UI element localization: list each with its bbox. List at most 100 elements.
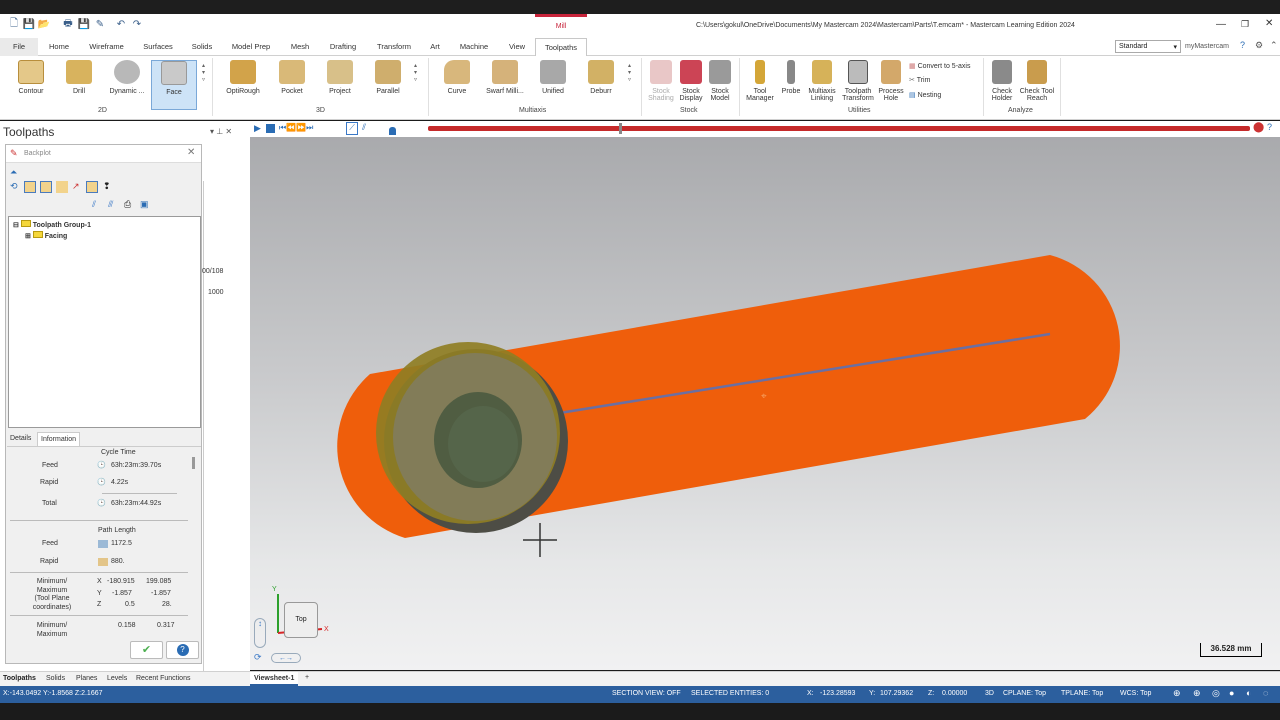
multiaxis-linking-button[interactable]: Multiaxis Linking bbox=[804, 60, 840, 110]
help-button[interactable]: ? bbox=[166, 641, 199, 659]
hatch-icon[interactable]: ⫽ bbox=[92, 199, 96, 210]
tab-solids-panel[interactable]: Solids bbox=[46, 675, 65, 682]
close-icon[interactable]: ✕ bbox=[1265, 18, 1273, 29]
tab-levels-panel[interactable]: Levels bbox=[107, 675, 127, 682]
save-icon[interactable]: 💾 bbox=[23, 18, 35, 30]
y-value[interactable]: 107.29362 bbox=[880, 690, 913, 697]
stock-model-button[interactable]: Stock Model bbox=[705, 60, 735, 110]
z-value[interactable]: 0.00000 bbox=[942, 690, 967, 697]
open-icon[interactable]: 📂 bbox=[38, 18, 50, 30]
swarf-milling-button[interactable]: Swarf Milli... bbox=[482, 60, 528, 110]
properties-icon[interactable]: ✎ bbox=[94, 18, 106, 30]
tab-planes-panel[interactable]: Planes bbox=[76, 675, 97, 682]
tab-machine[interactable]: Machine bbox=[455, 38, 493, 56]
globe-icon[interactable]: ⊕ bbox=[1173, 688, 1181, 699]
contour-button[interactable]: Contour bbox=[8, 60, 54, 110]
face-button[interactable]: Face bbox=[151, 60, 197, 110]
tool-manager-button[interactable]: Tool Manager bbox=[742, 60, 778, 110]
tab-home[interactable]: Home bbox=[44, 38, 74, 56]
pan-arrows-icon[interactable]: ←→ bbox=[271, 653, 301, 663]
stock-shading-button[interactable]: Stock Shading bbox=[645, 60, 677, 110]
tab-art[interactable]: Art bbox=[425, 38, 445, 56]
transparency-icon[interactable]: ◌ bbox=[1263, 688, 1268, 698]
shading-icon[interactable]: ◎ bbox=[1212, 688, 1220, 699]
rotate-icon[interactable]: ⟲ bbox=[10, 181, 18, 192]
stock-display-button[interactable]: Stock Display bbox=[676, 60, 706, 110]
selected-entities-status[interactable]: SELECTED ENTITIES: 0 bbox=[691, 690, 769, 697]
holder-icon[interactable] bbox=[40, 181, 52, 193]
curve-button[interactable]: Curve bbox=[434, 60, 480, 110]
globe-alt-icon[interactable]: ⊕ bbox=[1193, 688, 1201, 699]
pocket-button[interactable]: Pocket bbox=[269, 60, 315, 110]
optirough-button[interactable]: OptiRough bbox=[220, 60, 266, 110]
project-button[interactable]: Project bbox=[317, 60, 363, 110]
account-label[interactable]: myMastercam bbox=[1185, 43, 1229, 50]
step-controls-icon[interactable]: ⏮⏪⏩⏭ bbox=[279, 123, 313, 133]
check-tool-reach-button[interactable]: Check Tool Reach bbox=[1016, 60, 1058, 110]
nesting-button[interactable]: ▤ Nesting bbox=[909, 91, 941, 99]
parallel-button[interactable]: Parallel bbox=[365, 60, 411, 110]
tab-viewsheet-1[interactable]: Viewsheet-1 bbox=[250, 672, 299, 686]
zoom-arrows-icon[interactable]: ↕ bbox=[254, 618, 266, 648]
toolpath-transform-button[interactable]: Toolpath Transform bbox=[840, 60, 876, 110]
display-icon[interactable] bbox=[86, 181, 98, 193]
rotate-view-icon[interactable]: ⟳ bbox=[254, 652, 262, 663]
help-icon[interactable]: ? bbox=[1267, 122, 1272, 132]
alert-icon[interactable]: ⬤ bbox=[1253, 122, 1264, 133]
wcs-status[interactable]: WCS: Top bbox=[1120, 690, 1151, 697]
slider-thumb[interactable] bbox=[619, 123, 622, 134]
probe-button[interactable]: Probe bbox=[777, 60, 805, 110]
path-icon[interactable] bbox=[56, 181, 68, 193]
add-viewsheet-button[interactable]: + bbox=[305, 674, 309, 681]
unified-button[interactable]: Unified bbox=[530, 60, 576, 110]
hatch-alt-icon[interactable]: ⫻ bbox=[108, 199, 113, 210]
tab-details[interactable]: Details bbox=[10, 435, 31, 442]
view-cube[interactable]: Top bbox=[284, 602, 318, 638]
minimize-icon[interactable]: — bbox=[1216, 19, 1226, 30]
tab-solids[interactable]: Solids bbox=[187, 38, 217, 56]
redo-icon[interactable]: ↷ bbox=[131, 18, 143, 30]
profile-select[interactable]: Standard ▾ bbox=[1115, 40, 1181, 53]
expand-icon[interactable]: ⊞ bbox=[25, 233, 33, 240]
scrollbar[interactable] bbox=[192, 457, 195, 469]
graphics-viewport[interactable]: ⌖ Y X Top ↕ ⟳ ←→ 36.528 mm bbox=[250, 137, 1280, 670]
tab-information[interactable]: Information bbox=[37, 432, 81, 446]
tab-drafting[interactable]: Drafting bbox=[325, 38, 361, 56]
tplane-status[interactable]: TPLANE: Top bbox=[1061, 690, 1103, 697]
tree-item-facing[interactable]: ⊞ Facing bbox=[25, 231, 67, 240]
ok-button[interactable]: ✔ bbox=[130, 641, 163, 659]
tree-item-group[interactable]: ⊟ Toolpath Group-1 bbox=[13, 220, 91, 229]
playback-slider[interactable] bbox=[428, 126, 1250, 131]
speed-marker[interactable] bbox=[389, 127, 396, 135]
new-file-icon[interactable]: 🗋 bbox=[8, 18, 20, 30]
stop-icon[interactable] bbox=[266, 124, 275, 133]
tab-surfaces[interactable]: Surfaces bbox=[139, 38, 177, 56]
x-value[interactable]: -123.28593 bbox=[820, 690, 855, 697]
deburr-button[interactable]: Deburr bbox=[578, 60, 624, 110]
print-icon[interactable]: 🖶 bbox=[62, 18, 74, 30]
tab-model-prep[interactable]: Model Prep bbox=[227, 38, 275, 56]
gallery-scroll-icon[interactable]: ▴ ▾ ▿ bbox=[414, 62, 417, 83]
section-view-status[interactable]: SECTION VIEW: OFF bbox=[612, 690, 681, 697]
sequence-icon[interactable]: ⫽ bbox=[362, 122, 366, 133]
probe-icon[interactable]: ❢ bbox=[103, 181, 111, 192]
help-icon[interactable]: ? bbox=[1240, 40, 1245, 50]
tab-mesh[interactable]: Mesh bbox=[285, 38, 315, 56]
trim-button[interactable]: ✂ Trim bbox=[909, 76, 930, 84]
convert-5axis-button[interactable]: ▦ Convert to 5-axis bbox=[909, 62, 970, 70]
gallery-scroll-icon[interactable]: ▴ ▾ ▿ bbox=[628, 62, 631, 83]
cplane-status[interactable]: CPLANE: Top bbox=[1003, 690, 1046, 697]
undo-icon[interactable]: ↶ bbox=[115, 18, 127, 30]
tab-view[interactable]: View bbox=[503, 38, 531, 56]
tab-file[interactable]: File bbox=[0, 38, 38, 56]
wireframe-sphere-icon[interactable]: ◐ bbox=[1246, 688, 1251, 698]
collapse-icon[interactable]: ⊟ bbox=[13, 222, 21, 229]
camera-icon[interactable]: ⎙ bbox=[124, 199, 131, 210]
tab-recent-functions-panel[interactable]: Recent Functions bbox=[136, 675, 190, 682]
sphere-icon[interactable]: ● bbox=[1229, 688, 1234, 698]
expand-up-icon[interactable]: ⏶ bbox=[10, 167, 17, 178]
tab-toolpaths[interactable]: Toolpaths bbox=[535, 38, 587, 56]
gallery-scroll-icon[interactable]: ▴ ▾ ▿ bbox=[202, 62, 205, 83]
mode-status[interactable]: 3D bbox=[985, 690, 994, 697]
play-icon[interactable]: ▶ bbox=[254, 123, 261, 134]
